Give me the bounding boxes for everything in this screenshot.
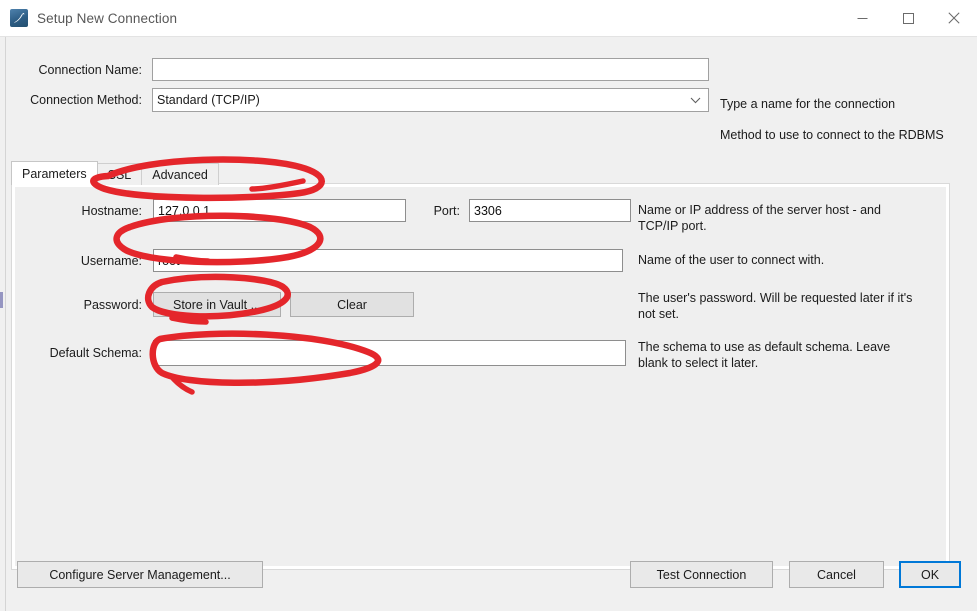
connection-method-value: Standard (TCP/IP) — [157, 93, 260, 107]
default-schema-input[interactable] — [153, 340, 626, 366]
tab-advanced-label: Advanced — [152, 167, 208, 182]
tab-advanced[interactable]: Advanced — [141, 163, 219, 185]
hostname-input[interactable]: 127.0.0.1 — [153, 199, 406, 222]
ok-button[interactable]: OK — [899, 561, 961, 588]
tab-parameters[interactable]: Parameters — [11, 161, 98, 185]
connection-name-row: Connection Name: — [10, 58, 710, 81]
default-schema-label: Default Schema: — [49, 346, 142, 360]
tab-ssl-label: SSL — [107, 167, 132, 182]
left-edge-strip — [0, 37, 6, 611]
connection-name-hint: Type a name for the connection — [720, 97, 896, 111]
username-row: Username: root — [20, 249, 623, 272]
minimize-icon[interactable] — [839, 0, 885, 36]
username-label: Username: — [80, 253, 142, 268]
window-titlebar: Setup New Connection — [0, 0, 977, 36]
chevron-down-icon — [690, 93, 701, 107]
parameters-tab-panel — [11, 183, 950, 570]
port-label: Port: — [433, 203, 460, 218]
port-input[interactable]: 3306 — [469, 199, 631, 222]
cancel-button[interactable]: Cancel — [789, 561, 884, 588]
connection-method-hint: Method to use to connect to the RDBMS — [720, 128, 944, 142]
connection-method-label: Connection Method: — [30, 93, 142, 107]
password-label: Password: — [83, 297, 142, 312]
connection-name-label: Connection Name: — [38, 62, 142, 77]
close-icon[interactable] — [931, 0, 977, 36]
connection-method-select[interactable]: Standard (TCP/IP) — [152, 88, 709, 112]
configure-server-management-button[interactable]: Configure Server Management... — [17, 561, 263, 588]
connection-name-input[interactable] — [152, 58, 709, 81]
username-input[interactable]: root — [153, 249, 623, 272]
clear-password-button[interactable]: Clear — [290, 292, 414, 317]
test-connection-button[interactable]: Test Connection — [630, 561, 773, 588]
hostname-hint: Name or IP address of the server host - … — [638, 203, 881, 233]
password-row: Password: Store in Vault ... Clear — [20, 292, 414, 317]
default-schema-row: Default Schema: — [20, 340, 626, 366]
tabstrip: Parameters SSL Advanced — [11, 161, 219, 185]
window-title: Setup New Connection — [37, 10, 178, 26]
default-schema-hint: The schema to use as default schema. Lea… — [638, 340, 891, 370]
tab-parameters-label: Parameters — [22, 166, 87, 181]
hostname-row: Hostname: 127.0.0.1 Port: 3306 — [20, 199, 631, 222]
mysql-dolphin-icon — [10, 9, 28, 27]
connection-method-row: Connection Method: Standard (TCP/IP) — [10, 88, 710, 112]
username-hint: Name of the user to connect with. — [638, 253, 825, 267]
dialog-client-area: Connection Name: Type a name for the con… — [0, 36, 977, 611]
tab-ssl[interactable]: SSL — [96, 163, 143, 185]
window-controls — [839, 0, 977, 36]
hostname-label: Hostname: — [81, 203, 142, 218]
password-hint: The user's password. Will be requested l… — [638, 291, 913, 321]
store-in-vault-button[interactable]: Store in Vault ... — [153, 292, 281, 317]
dialog-footer: Configure Server Management... Test Conn… — [0, 549, 977, 611]
setup-new-connection-window: Setup New Connection Connection Name: Ty… — [0, 0, 977, 611]
maximize-icon[interactable] — [885, 0, 931, 36]
